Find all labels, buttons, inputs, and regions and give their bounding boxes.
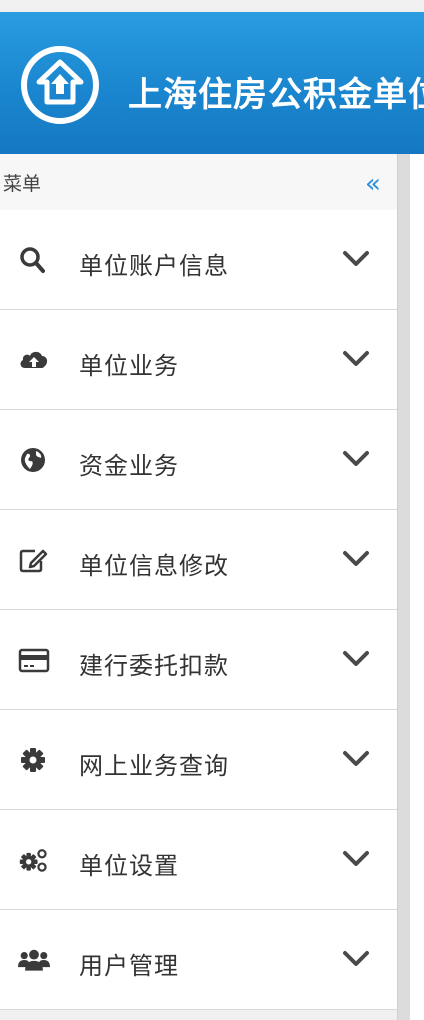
menu-item-user-management[interactable]: 用户管理 xyxy=(0,910,397,1010)
chevron-down-icon xyxy=(343,751,369,766)
menu-item-label: 网上业务查询 xyxy=(79,752,229,780)
chevron-down-icon xyxy=(343,951,369,966)
collapse-menu-button[interactable]: « xyxy=(358,168,388,200)
house-up-arrow-icon xyxy=(21,46,99,124)
menu-item-info-edit[interactable]: 单位信息修改 xyxy=(0,510,397,610)
menu-item-label: 单位设置 xyxy=(79,852,179,880)
chevron-down-icon xyxy=(343,251,369,266)
chevron-down-icon xyxy=(343,351,369,366)
menu-title: 菜单 xyxy=(3,173,42,195)
menu-item-label: 建行委托扣款 xyxy=(79,652,229,680)
globe-icon xyxy=(21,448,45,472)
gears-icon xyxy=(19,849,47,872)
menu-item-label: 单位账户信息 xyxy=(79,252,229,280)
menu-item-funds[interactable]: 资金业务 xyxy=(0,410,397,510)
menu-item-ccb-debit[interactable]: 建行委托扣款 xyxy=(0,610,397,710)
content-panel xyxy=(410,154,424,1020)
app-header: 上海住房公积金单位 xyxy=(0,12,424,154)
menu-item-account-info[interactable]: 单位账户信息 xyxy=(0,210,397,310)
chevron-down-icon xyxy=(343,651,369,666)
search-icon xyxy=(20,247,45,273)
menu-list: 单位账户信息 单位业务 资金业务 单位信息修改 建行委托扣款 网上业务查询 单位… xyxy=(0,210,397,1010)
app-title: 上海住房公积金单位 xyxy=(128,75,424,115)
menu-header: 菜单 xyxy=(0,154,397,211)
users-icon xyxy=(18,949,50,971)
credit-card-icon xyxy=(18,648,50,673)
menu-scrollbar[interactable] xyxy=(397,154,410,1020)
menu-item-online-query[interactable]: 网上业务查询 xyxy=(0,710,397,810)
gear-icon xyxy=(21,748,45,772)
cloud-upload-icon xyxy=(20,351,48,368)
menu-item-label: 单位业务 xyxy=(79,352,179,380)
chevron-down-icon xyxy=(343,451,369,466)
edit-icon xyxy=(19,549,48,573)
chevron-down-icon xyxy=(343,551,369,566)
chevron-down-icon xyxy=(343,851,369,866)
menu-item-label: 用户管理 xyxy=(79,952,179,980)
menu-item-business[interactable]: 单位业务 xyxy=(0,310,397,410)
menu-item-label: 单位信息修改 xyxy=(79,552,229,580)
menu-item-label: 资金业务 xyxy=(79,452,179,480)
menu-item-unit-settings[interactable]: 单位设置 xyxy=(0,810,397,910)
